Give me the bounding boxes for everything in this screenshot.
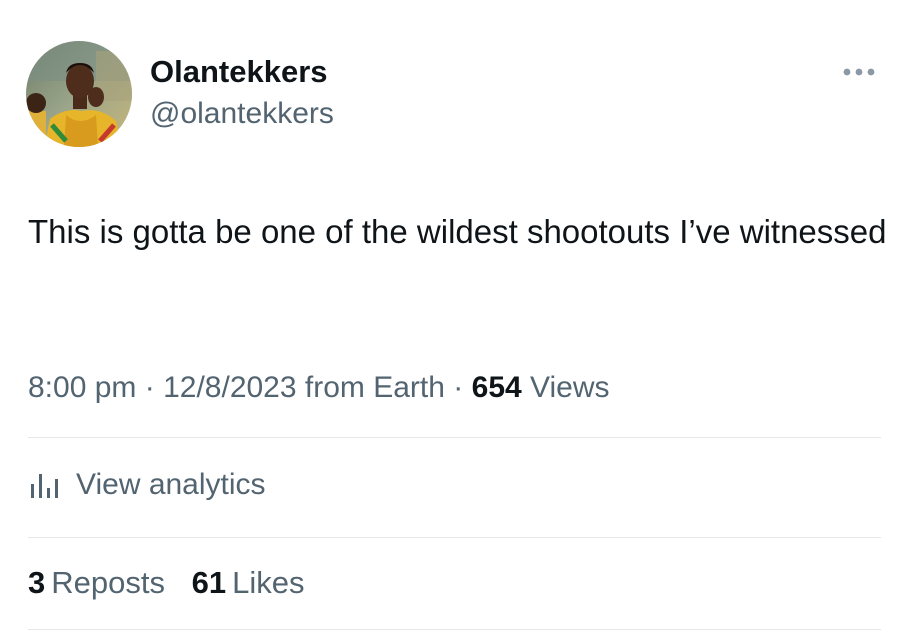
tweet-time[interactable]: 8:00 pm [28,371,136,404]
likes-count: 61 [191,565,227,600]
view-analytics-label: View analytics [76,468,266,501]
tweet-text: This is gotta be one of the wildest shoo… [28,213,887,250]
meta-separator: · [453,371,464,404]
engagement-stats: 3 Reposts 61 Likes [28,563,304,603]
tweet-source: from Earth [304,371,445,404]
more-options-icon[interactable] [840,62,878,82]
author-handle[interactable]: @olantekkers [150,96,334,132]
reposts-stat[interactable]: 3 Reposts [28,563,165,603]
tweet-date[interactable]: 12/8/2023 [163,371,296,404]
divider [28,437,881,438]
avatar-photo-icon [26,41,132,147]
tweet-detail: Olantekkers @olantekkers This is gotta b… [0,0,909,640]
likes-label: Likes [232,565,305,600]
views-count: 654 [471,371,522,404]
reposts-count: 3 [28,565,46,600]
meta-separator: · [144,371,155,404]
tweet-meta: 8:00 pm · 12/8/2023 from Earth · 654 Vie… [28,368,610,408]
views-label: Views [530,371,610,404]
view-analytics-button[interactable]: View analytics [28,465,266,505]
reposts-label: Reposts [51,565,165,600]
bar-chart-icon [28,470,62,500]
author-display-name[interactable]: Olantekkers [150,54,328,90]
divider [28,629,881,630]
avatar[interactable] [26,41,132,147]
divider [28,537,881,538]
likes-stat[interactable]: 61 Likes [192,563,305,603]
